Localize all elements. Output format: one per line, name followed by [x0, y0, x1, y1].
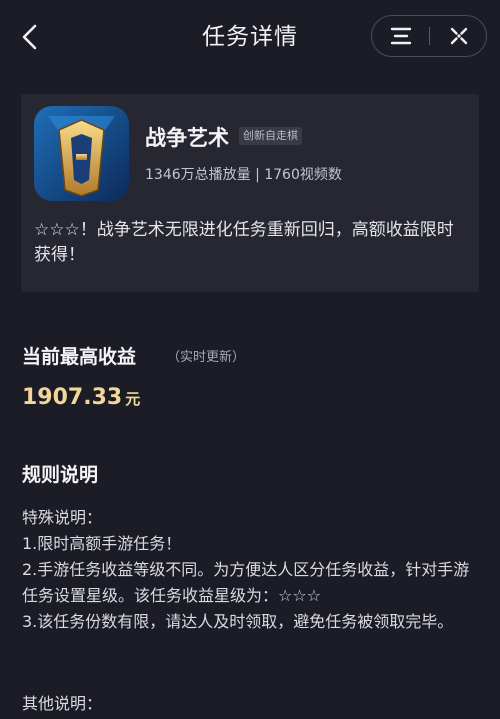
earnings-amount: 1907.33 元 — [22, 385, 140, 410]
close-icon — [450, 27, 467, 45]
earnings-title: 当前最高收益 — [22, 346, 137, 368]
game-card[interactable]: 战争艺术 创新自走棋 1346万总播放量 | 1760视频数 ☆☆☆！战争艺术无… — [21, 94, 479, 292]
earnings-subtitle: （实时更新） — [167, 350, 246, 365]
game-name: 战争艺术 — [145, 126, 229, 150]
genre-tag: 创新自走棋 — [239, 127, 302, 145]
other-notes-title: 其他说明： — [22, 694, 103, 713]
rules-line: 1.限时高额手游任务！ — [22, 534, 182, 553]
rules-title: 规则说明 — [22, 464, 99, 486]
rules-line: 2.手游任务收益等级不同。为方便达人区分任务收益，针对手游任务设置星级。该任务收… — [22, 560, 470, 605]
earnings-value: 1907.33 — [22, 385, 123, 410]
task-description: ☆☆☆！战争艺术无限进化任务重新回归，高额收益限时获得！ — [34, 220, 454, 265]
game-stats: 1346万总播放量 | 1760视频数 — [145, 167, 342, 183]
close-button[interactable] — [430, 16, 487, 56]
rules-line: 特殊说明： — [22, 508, 103, 527]
game-logo-icon — [34, 106, 129, 201]
menu-icon — [390, 27, 411, 45]
top-bar: 任务详情 — [0, 0, 500, 76]
mini-program-capsule — [371, 15, 487, 57]
rules-line: 3.该任务份数有限，请达人及时领取，避免任务被领取完毕。 — [22, 612, 454, 631]
earnings-unit: 元 — [125, 390, 141, 408]
menu-button[interactable] — [372, 16, 429, 56]
rules-body: 特殊说明： 1.限时高额手游任务！ 2.手游任务收益等级不同。为方便达人区分任务… — [22, 505, 470, 635]
